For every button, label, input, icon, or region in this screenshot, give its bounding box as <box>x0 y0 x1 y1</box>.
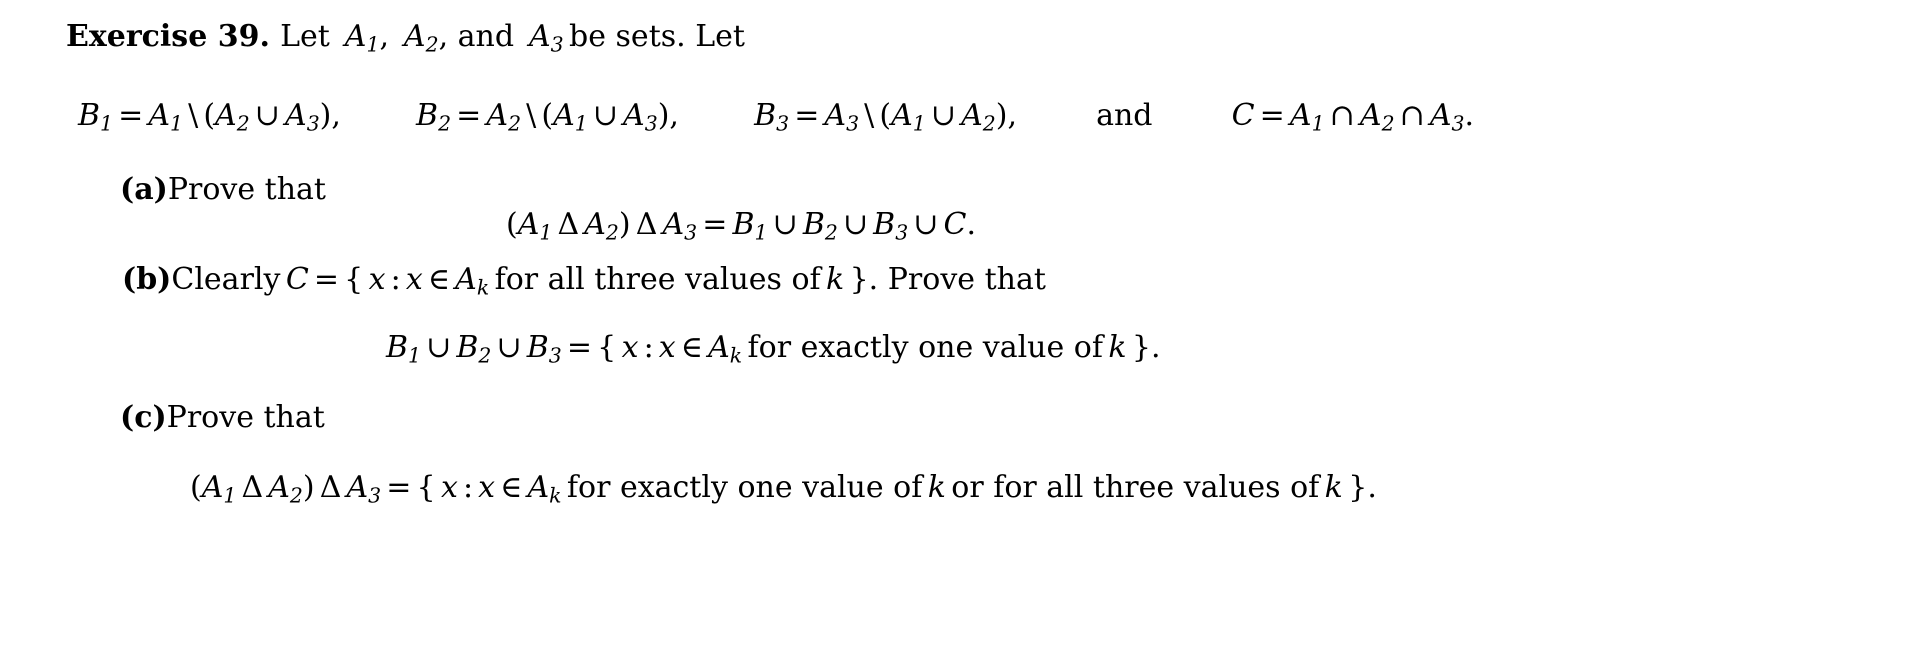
set-c-symbol: C <box>285 262 309 297</box>
definition-b2: B2 = A2 \ (A1 ∪ A3), <box>416 98 679 136</box>
set-a2-subscript: 2 <box>425 32 439 57</box>
definitions-line: B1 = A1 \ (A2 ∪ A3), B2 = A2 \ (A1 ∪ A3), B3 = A3 \ (A1 ∪… <box>78 98 1474 133</box>
display-equation-b: B1 ∪ B2 ∪ B3 ={x: x ∈ Ak for exactly one value of… <box>386 330 1161 368</box>
exercise-statement-post: be sets. Let <box>569 19 745 54</box>
item-b-label: (b) <box>122 262 172 297</box>
display-equation-c: (A1 Δ A2) Δ A3 ={x: x ∈ Ak for exactly one value … <box>190 470 1377 508</box>
exercise-label: Exercise 39. <box>66 19 270 54</box>
item-b-text-pre: Clearly <box>171 262 281 297</box>
exercise-statement-pre: Let <box>280 19 330 54</box>
item-a-text: Prove that <box>167 172 326 207</box>
item-c-text: Prove that <box>166 400 325 435</box>
document-page: Exercise 39. Let A1, A2, and A3 be sets. L… <box>0 0 1910 646</box>
set-a2-symbol: A <box>403 19 426 54</box>
set-a1-symbol: A <box>344 19 367 54</box>
display-equation-a: (A1 Δ A2) Δ A3 = B1 ∪ B2 ∪ B3 ∪ C. <box>506 207 977 245</box>
item-a-label: (a) <box>120 172 168 207</box>
definition-b1: B1 = A1 \ (A2 ∪ A3), <box>78 98 341 136</box>
comma-1: , <box>379 19 389 54</box>
set-a3-symbol: A <box>529 19 551 54</box>
item-b-text-post: . Prove that <box>868 262 1046 297</box>
conjunction-and: and <box>1096 98 1153 133</box>
list-item-a: (a)Prove that <box>120 172 326 207</box>
list-item-b: (b)Clearly C ={x: x ∈ Ak for all three values … <box>122 262 1046 300</box>
set-a1-subscript: 1 <box>366 32 380 57</box>
set-a3-subscript: 3 <box>550 32 564 57</box>
definition-c: C = A1 ∩ A2 ∩ A3. <box>1231 98 1475 136</box>
item-c-label: (c) <box>120 400 167 435</box>
comma-and: , and <box>438 19 515 54</box>
definition-b3: B3 = A3 \ (A1 ∪ A2), <box>754 98 1017 136</box>
list-item-c: (c)Prove that <box>120 400 325 435</box>
exercise-heading: Exercise 39. Let A1, A2, and A3 be sets. L… <box>66 19 745 54</box>
